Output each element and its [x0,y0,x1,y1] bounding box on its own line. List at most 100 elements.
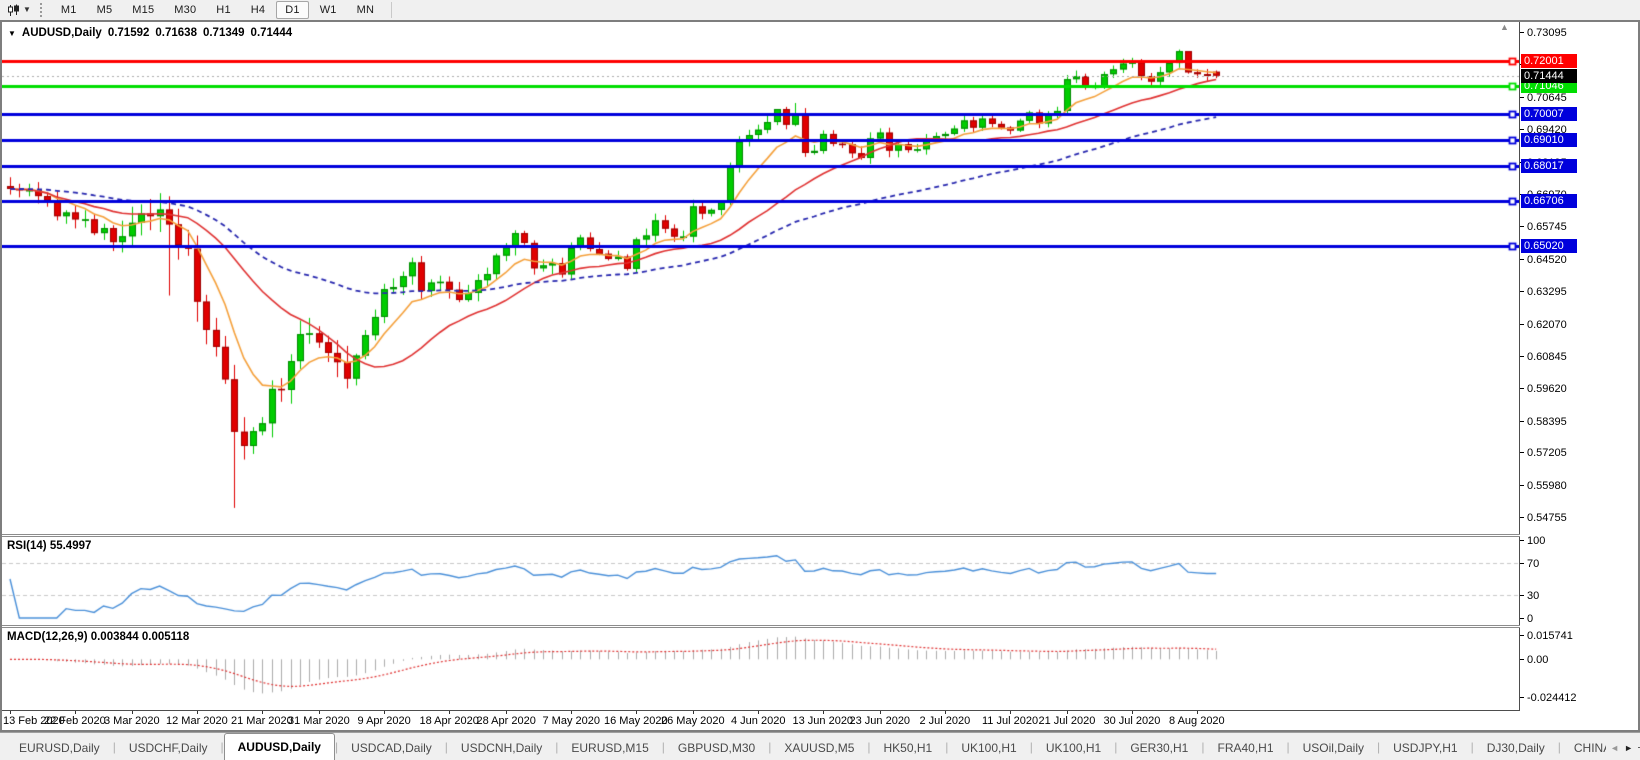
date-tick-mark [636,711,637,714]
chart-tab-usdchf-daily[interactable]: USDCHF,Daily [116,736,221,760]
axis-tick-label: 0 [1527,613,1533,625]
top-toolbar: ▼ M1M5M15M30H1H4D1W1MN [0,0,1640,21]
chart-tab-usdjpy-h1[interactable]: USDJPY,H1 [1380,736,1470,760]
axis-tick-mark [1520,356,1524,357]
axis-tick-mark [1520,659,1524,660]
date-tick-mark [1132,711,1133,714]
date-tick-label: 13 Jun 2020 [793,715,854,727]
date-tick-label: 3 Mar 2020 [104,715,160,727]
main-chart-pane: ▼ AUDUSD,Daily 0.71592 0.71638 0.71349 0… [2,22,1520,534]
price-axis[interactable]: 0.730950.718700.706450.694200.681950.669… [1520,22,1638,730]
chart-tab-audusd-daily[interactable]: AUDUSD,Daily [224,733,335,760]
date-tick-label: 23 Jun 2020 [850,715,911,727]
chart-tabbar: EURUSD,Daily|USDCHF,Daily|AUDUSD,Daily|U… [0,732,1640,760]
price-level-badge: 0.69010 [1521,133,1577,147]
chart-tab-dj30-daily[interactable]: DJ30,Daily [1474,736,1558,760]
axis-tick-label: 0.54755 [1527,512,1567,524]
date-tick-mark [758,711,759,714]
chart-tab-eurusd-daily[interactable]: EURUSD,Daily [6,736,113,760]
main-chart-canvas[interactable] [2,22,1519,534]
date-tick-label: 30 Jul 2020 [1104,715,1161,727]
axis-tick-label: 0.64520 [1527,254,1567,266]
rsi-canvas[interactable] [2,537,1519,625]
axis-tick-mark [1520,226,1524,227]
chart-shift-icon[interactable]: ▲ [1500,22,1509,32]
axis-tick-mark [1520,595,1524,596]
collapse-triangle-icon[interactable]: ▼ [8,29,16,38]
axis-tick-mark [1520,452,1524,453]
chart-tab-eurusd-m15[interactable]: EURUSD,M15 [558,736,661,760]
chart-tab-usdcnh-daily[interactable]: USDCNH,Daily [448,736,555,760]
timeframe-button-h4[interactable]: H4 [242,1,274,19]
date-tick-label: 21 Mar 2020 [231,715,293,727]
chart-tab-uk100-h1[interactable]: UK100,H1 [1033,736,1114,760]
date-tick-mark [693,711,694,714]
macd-canvas[interactable] [2,628,1519,710]
trading-terminal: ▼ M1M5M15M30H1H4D1W1MN ▼ AUDUSD,Daily 0.… [0,0,1640,760]
timeframe-button-m1[interactable]: M1 [52,1,86,19]
date-tick-mark [1010,711,1011,714]
date-tick-mark [132,711,133,714]
date-tick-mark [449,711,450,714]
date-tick-label: 9 Apr 2020 [358,715,411,727]
date-tick-label: 11 Jul 2020 [982,715,1038,727]
axis-tick-mark [1520,324,1524,325]
timeframe-button-w1[interactable]: W1 [311,1,346,19]
ohlc-low: 0.71349 [203,27,245,39]
chevron-down-icon: ▼ [23,6,31,14]
axis-tick-label: 0.00 [1527,654,1548,666]
date-tick-mark [571,711,572,714]
chart-type-tool-button[interactable]: ▼ [2,3,36,18]
toolbar-grip[interactable] [40,3,46,17]
tabs-scroll-left-icon[interactable]: ◄ [1610,743,1619,753]
tab-scroll-arrows: ◄► [1606,742,1638,754]
axis-tick-mark [1520,32,1524,33]
price-level-badge: 0.70007 [1521,107,1577,121]
timeframe-button-m15[interactable]: M15 [123,1,163,19]
timeframe-button-m30[interactable]: M30 [165,1,205,19]
axis-tick-label: 30 [1527,590,1539,602]
timeframe-button-mn[interactable]: MN [348,1,384,19]
date-tick-label: 2 Jul 2020 [920,715,971,727]
date-tick-mark [197,711,198,714]
date-tick-mark [10,711,11,714]
date-tick-label: 18 Apr 2020 [420,715,479,727]
axis-tick-label: 0.63295 [1527,286,1567,298]
chart-tab-ger30-h1[interactable]: GER30,H1 [1117,736,1201,760]
date-axis[interactable]: 13 Feb 202022 Feb 20203 Mar 202012 Mar 2… [2,710,1638,730]
axis-tick-label: 0.62070 [1527,319,1567,331]
chart-tab-xauusd-m5[interactable]: XAUUSD,M5 [771,736,867,760]
axis-tick-label: 0.73095 [1527,27,1567,39]
tabs-scroll-right-icon[interactable]: ► [1624,743,1633,753]
chart-tab-gbpusd-m30[interactable]: GBPUSD,M30 [665,736,768,760]
date-tick-label: 12 Mar 2020 [166,715,228,727]
rsi-pane: RSI(14) 55.4997 [2,537,1520,625]
timeframe-button-h1[interactable]: H1 [207,1,239,19]
axis-tick-mark [1520,129,1524,130]
price-level-badge: 0.72001 [1521,54,1577,68]
timeframe-button-group: M1M5M15M30H1H4D1W1MN [52,1,383,19]
axis-tick-mark [1520,697,1524,698]
axis-tick-mark [1520,97,1524,98]
chart-tab-uk100-h1[interactable]: UK100,H1 [948,736,1029,760]
axis-tick-label: 0.55980 [1527,480,1567,492]
chart-tab-hk50-h1[interactable]: HK50,H1 [871,736,946,760]
date-tick-mark [823,711,824,714]
date-tick-label: 8 Aug 2020 [1169,715,1225,727]
axis-tick-label: 70 [1527,558,1539,570]
toolbar-separator [391,2,392,18]
chart-tab-fra40-h1[interactable]: FRA40,H1 [1204,736,1286,760]
chart-title: ▼ AUDUSD,Daily 0.71592 0.71638 0.71349 0… [8,27,292,39]
axis-tick-label: 0.015741 [1527,630,1573,642]
date-tick-mark [384,711,385,714]
date-tick-label: 4 Jun 2020 [731,715,785,727]
timeframe-button-d1[interactable]: D1 [276,1,308,19]
axis-tick-mark [1520,618,1524,619]
timeframe-button-m5[interactable]: M5 [88,1,122,19]
axis-tick-label: 100 [1527,535,1545,547]
chart-tab-usdcad-daily[interactable]: USDCAD,Daily [338,736,445,760]
date-tick-mark [319,711,320,714]
axis-tick-mark [1520,563,1524,564]
date-tick-mark [262,711,263,714]
chart-tab-usoil-daily[interactable]: USOil,Daily [1290,736,1377,760]
